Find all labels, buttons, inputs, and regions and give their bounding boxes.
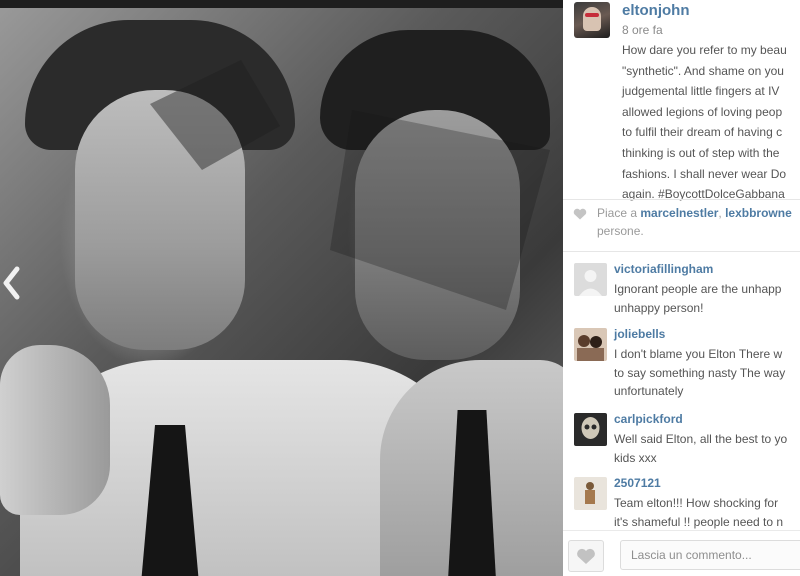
photo-hand [0,345,110,515]
default-avatar-icon [574,263,607,296]
owner-avatar-figure [583,7,601,31]
comment-text-line: Ignorant people are the unhapp [614,282,782,296]
comment-text: Well said Elton, all the best to yo kids… [614,430,800,467]
commenter-avatar[interactable] [574,477,607,510]
divider [563,251,800,252]
comment-username[interactable]: 2507121 [614,476,661,490]
comment-text-line: I don't blame you Elton There w [614,347,783,361]
heart-icon-glyph [573,208,587,220]
comment-text-line: Team elton!!! How shocking for [614,496,779,510]
owner-username[interactable]: eltonjohn [622,2,690,19]
caption-line: "synthetic". And shame on you [622,63,784,78]
caption-line: judgemental little fingers at IV [622,84,780,99]
caption-line: thinking is out of step with the [622,145,780,160]
comment-bar [563,530,800,576]
owner-avatar-glasses [585,13,599,17]
commenter-avatar[interactable] [574,413,607,446]
comment-text-line: to say something nasty The way [614,365,786,380]
post-side-panel: eltonjohn 8 ore fa How dare you refer to… [563,0,800,576]
comment-text-line: unfortunately [614,384,684,398]
comment-username[interactable]: victoriafillingham [614,262,713,276]
skull-avatar-icon [574,413,607,446]
commenter-avatar[interactable] [574,263,607,296]
comment-text: Team elton!!! How shocking for it's sham… [614,494,800,530]
comment-input[interactable] [620,540,800,570]
comment-username[interactable]: joliebells [614,327,665,341]
comment-text: I don't blame you Elton There w to say s… [614,345,800,401]
commenter-avatar[interactable] [574,328,607,361]
likes-count-suffix: persone. [597,224,644,238]
caption-line: to fulfil their dream of having c [622,125,783,140]
post-caption: How dare you refer to my beau "synthetic… [622,40,800,205]
comment-text-line: kids xxx [614,450,657,465]
caption-line: fashions. I shall never wear Do [622,166,787,181]
caption-hashtag-line[interactable]: again. #BoycottDolceGabbana [622,184,800,205]
comment-item: victoriafillingham Ignorant people are t… [563,258,800,323]
chevron-left-icon[interactable] [0,262,22,304]
comment-text-line: Well said Elton, all the best to yo [614,432,788,446]
owner-avatar[interactable] [574,2,610,38]
comment-item: carlpickford Well said Elton, all the be… [563,408,800,472]
chevron-left-icon-glyph [3,266,20,300]
heart-icon [573,208,587,220]
post-timestamp[interactable]: 8 ore fa [622,23,663,37]
likes-user-link[interactable]: marcelnestler [640,206,718,220]
likes-line: Piace a marcelnestler, lexbbrowne [597,205,792,222]
comments-list[interactable]: victoriafillingham Ignorant people are t… [563,258,800,530]
likes-user-link[interactable]: lexbbrowne [725,206,792,220]
comment-text-line: it's shameful !! people need to n [614,514,784,529]
comment-text-line: unhappy person! [614,300,704,315]
comment-item: joliebells I don't blame you Elton There… [563,323,800,408]
likes-prefix: Piace a [597,206,641,220]
photo-avatar-icon [574,328,607,361]
heart-icon [577,548,595,564]
like-button[interactable] [568,540,604,572]
figure-avatar-icon [574,477,607,510]
comment-item: 2507121 Team elton!!! How shocking for i… [563,472,800,530]
comment-text: Ignorant people are the unhapp unhappy p… [614,280,800,317]
post-photo[interactable] [0,0,563,576]
photo-top-edge [0,0,563,8]
comment-username[interactable]: carlpickford [614,412,683,426]
caption-line: allowed legions of loving peop [622,104,783,119]
caption-line: How dare you refer to my beau [622,43,787,57]
divider [563,199,800,200]
